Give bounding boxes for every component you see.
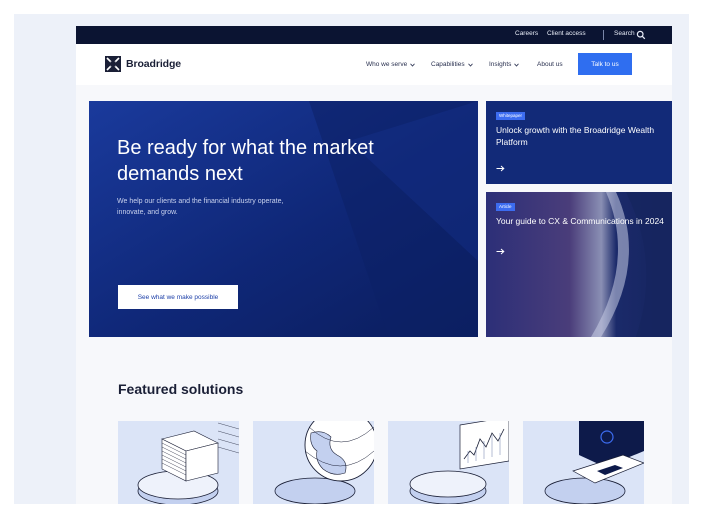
globe-icon (274, 421, 374, 504)
broadridge-logo-icon (105, 56, 121, 72)
solution-tile-laptop[interactable] (523, 421, 644, 504)
search-icon[interactable] (636, 30, 646, 40)
careers-link[interactable]: Careers (515, 30, 538, 37)
nav-label: About us (537, 61, 563, 68)
article-card[interactable]: Article Your guide to CX & Communication… (486, 192, 672, 337)
brand-logo[interactable]: Broadridge (105, 54, 181, 74)
laptop-icon (544, 421, 644, 504)
hero-title: Be ready for what the market demands nex… (117, 137, 374, 185)
nav-label: Who we serve (366, 61, 408, 68)
nav-label: Capabilities (431, 61, 465, 68)
whitepaper-badge: Whitepaper (496, 112, 526, 120)
nav-label: Insights (489, 61, 512, 68)
arrow-right-icon[interactable] (496, 248, 505, 255)
search-link[interactable]: Search (614, 30, 635, 37)
chevron-down-icon (467, 63, 473, 67)
whitepaper-card[interactable]: Whitepaper Unlock growth with the Broadr… (486, 101, 672, 184)
solution-tile-globe[interactable] (253, 421, 374, 504)
featured-solutions-heading: Featured solutions (118, 381, 244, 397)
utility-divider (603, 30, 604, 40)
article-badge: Article (496, 203, 515, 211)
card-title: Your guide to CX & Communications in 202… (496, 216, 664, 226)
hero-subtitle: We help our clients and the financial in… (117, 198, 284, 216)
card-title: Unlock growth with the Broadridge Wealth… (496, 125, 655, 147)
solution-tile-documents[interactable] (118, 421, 239, 504)
nav-who-we-serve[interactable]: Who we serve (366, 61, 415, 68)
arrow-right-icon[interactable] (496, 165, 505, 172)
solution-tile-chart[interactable] (388, 421, 509, 504)
brand-name: Broadridge (126, 58, 182, 70)
website: Careers Client access Search Broadridge … (76, 26, 672, 504)
client-access-link[interactable]: Client access (547, 30, 586, 37)
nav-insights[interactable]: Insights (489, 61, 520, 68)
document-stack-icon (137, 422, 239, 504)
article-card-background (486, 192, 672, 337)
utility-bar: Careers Client access Search (76, 26, 672, 44)
talk-to-us-button[interactable]: Talk to us (578, 53, 632, 75)
hero-banner: Be ready for what the market demands nex… (89, 101, 478, 337)
chevron-down-icon (410, 63, 415, 67)
nav-about-us[interactable]: About us (537, 61, 563, 68)
browser-frame: Careers Client access Search Broadridge … (14, 14, 689, 504)
nav-capabilities[interactable]: Capabilities (431, 61, 473, 68)
chevron-down-icon (514, 63, 520, 67)
chart-panel-icon (409, 421, 509, 504)
see-what-we-make-possible-button[interactable]: See what we make possible (118, 285, 238, 309)
main-navigation: Broadridge Who we serve Capabilities Ins… (76, 44, 672, 85)
